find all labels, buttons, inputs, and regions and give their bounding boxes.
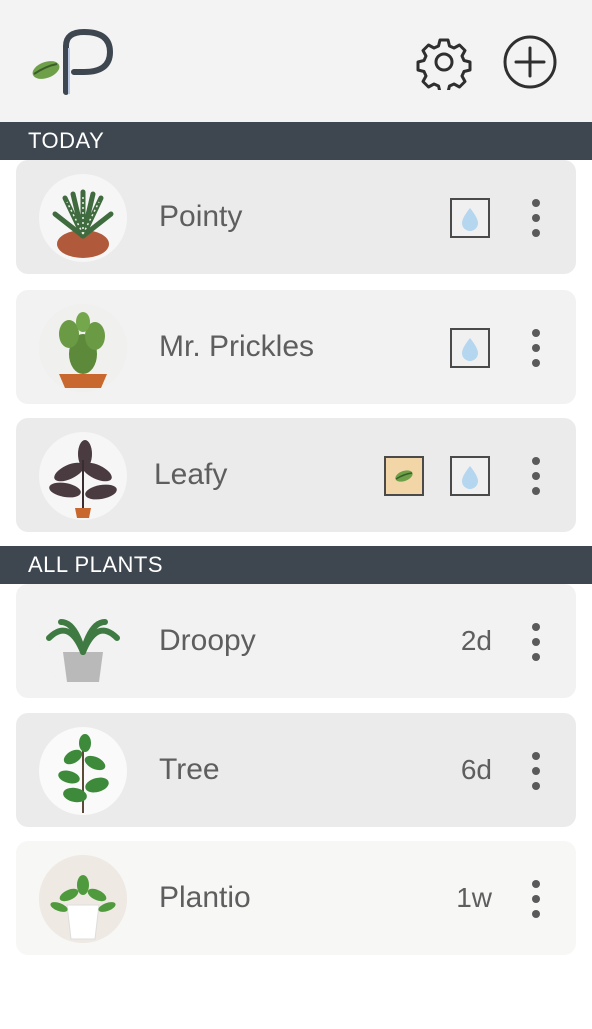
fertilize-task-button[interactable]: [384, 456, 424, 496]
plus-circle-icon: [503, 35, 557, 89]
plant-avatar: [39, 598, 127, 686]
plant-card-pointy[interactable]: Pointy: [16, 160, 576, 274]
plant-avatar: [39, 304, 127, 392]
more-options-button[interactable]: [522, 327, 550, 369]
water-task-button[interactable]: [450, 328, 490, 368]
more-options-button[interactable]: [522, 750, 550, 792]
plant-card-tree[interactable]: Tree 6d: [16, 713, 576, 827]
app-top-bar: [0, 0, 592, 122]
settings-button[interactable]: [416, 34, 472, 90]
plant-avatar: [39, 855, 127, 943]
leaf-icon: [395, 470, 413, 482]
more-vertical-icon: [532, 623, 540, 661]
section-header-all-plants: ALL PLANTS: [0, 546, 592, 584]
add-plant-button[interactable]: [502, 34, 558, 90]
water-drop-icon: [462, 338, 478, 361]
plant-name: Mr. Prickles: [159, 330, 315, 363]
water-task-button[interactable]: [450, 198, 490, 238]
water-drop-icon: [462, 466, 478, 489]
more-options-button[interactable]: [522, 621, 550, 663]
plant-avatar: [39, 727, 127, 815]
section-header-today: TODAY: [0, 122, 592, 160]
water-drop-icon: [462, 208, 478, 231]
water-task-button[interactable]: [450, 456, 490, 496]
more-vertical-icon: [532, 752, 540, 790]
more-options-button[interactable]: [522, 197, 550, 239]
plant-name: Pointy: [159, 200, 243, 233]
more-options-button[interactable]: [522, 878, 550, 920]
plant-card-leafy[interactable]: Leafy: [16, 418, 576, 532]
plant-avatar: [39, 432, 127, 520]
gear-icon: [416, 38, 472, 90]
plant-name: Tree: [159, 753, 220, 786]
plant-card-mr-prickles[interactable]: Mr. Prickles: [16, 290, 576, 404]
last-watered-age: 2d: [460, 625, 492, 656]
last-watered-age: 1w: [456, 882, 492, 913]
last-watered-age: 6d: [460, 754, 492, 785]
plant-avatar: [39, 174, 127, 262]
more-vertical-icon: [532, 199, 540, 237]
plant-name: Leafy: [154, 458, 228, 491]
plant-card-droopy[interactable]: Droopy 2d: [16, 584, 576, 698]
more-vertical-icon: [532, 880, 540, 918]
plant-name: Plantio: [159, 881, 251, 914]
plant-card-plantio[interactable]: Plantio 1w: [16, 841, 576, 955]
more-options-button[interactable]: [522, 455, 550, 497]
more-vertical-icon: [532, 457, 540, 495]
plant-name: Droopy: [159, 624, 256, 657]
more-vertical-icon: [532, 329, 540, 367]
app-logo: [24, 26, 124, 98]
